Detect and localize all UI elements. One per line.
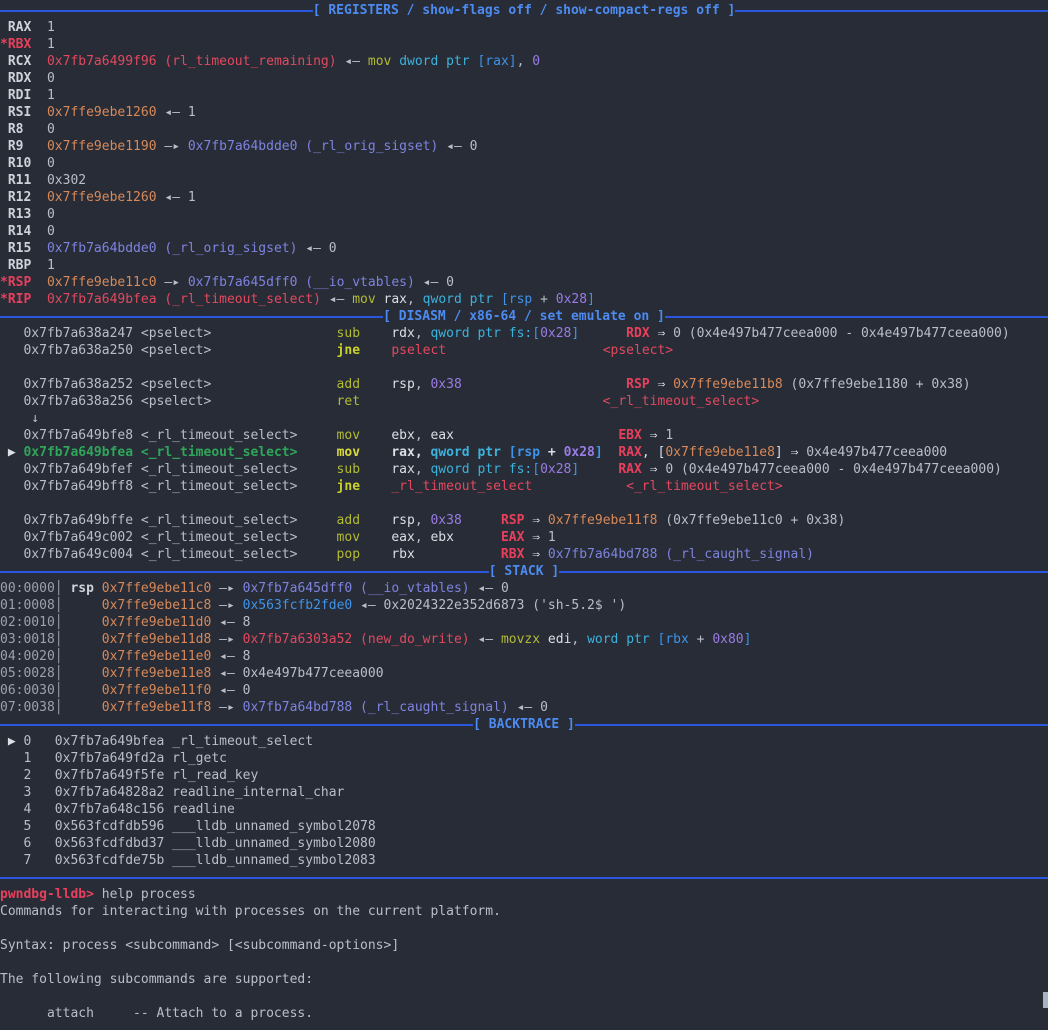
registers-line: R15 0x7fb7a64bdde0 (_rl_orig_sigset) ◂— … [0,240,1048,257]
section-console: pwndbg-lldb> help processCommands for in… [0,869,1048,1022]
stack-line: 05:0028│ 0x7ffe9ebe11e8 ◂— 0x4e497b477ce… [0,665,1048,682]
console-line[interactable]: pwndbg-lldb> help process [0,886,1048,903]
section-disasm: [ DISASM / x86-64 / set emulate on ] 0x7… [0,308,1048,563]
console-separator [0,869,1048,886]
console-line[interactable] [0,954,1048,971]
registers-line: R14 0 [0,223,1048,240]
disasm-line: ▶ 0x7fb7a649bfea <_rl_timeout_select> mo… [0,444,1048,461]
stack-header-title: [ STACK ] [489,563,559,580]
disasm-line: 0x7fb7a649bff8 <_rl_timeout_select> jne … [0,478,1048,495]
registers-line: RDI 1 [0,87,1048,104]
registers-line: R11 0x302 [0,172,1048,189]
stack-line: 02:0010│ 0x7ffe9ebe11d0 ◂— 8 [0,614,1048,631]
pwndbg-terminal: [ REGISTERS / show-flags off / show-comp… [0,0,1048,1030]
disasm-line: 0x7fb7a649bffe <_rl_timeout_select> add … [0,512,1048,529]
disasm-header-title: [ DISASM / x86-64 / set emulate on ] [383,308,665,325]
backtrace-line: ▶ 0 0x7fb7a649bfea _rl_timeout_select [0,733,1048,750]
registers-line: R9 0x7ffe9ebe1190 —▸ 0x7fb7a64bdde0 (_rl… [0,138,1048,155]
disasm-line: 0x7fb7a638a252 <pselect> add rsp, 0x38 R… [0,376,1048,393]
registers-line: R8 0 [0,121,1048,138]
registers-line: R10 0 [0,155,1048,172]
stack-line: 07:0038│ 0x7ffe9ebe11f8 —▸ 0x7fb7a64bd78… [0,699,1048,716]
stack-line: 04:0020│ 0x7ffe9ebe11e0 ◂— 8 [0,648,1048,665]
stack-line: 01:0008│ 0x7ffe9ebe11c8 —▸ 0x563fcfb2fde… [0,597,1048,614]
registers-line: RCX 0x7fb7a6499f96 (rl_timeout_remaining… [0,53,1048,70]
stack-header: [ STACK ] [0,563,1048,580]
section-stack: [ STACK ]00:0000│ rsp 0x7ffe9ebe11c0 —▸ … [0,563,1048,716]
disasm-line [0,495,1048,512]
backtrace-line: 3 0x7fb7a64828a2 readline_internal_char [0,784,1048,801]
disasm-line: 0x7fb7a649bfef <_rl_timeout_select> sub … [0,461,1048,478]
registers-line: RAX 1 [0,19,1048,36]
console-line[interactable]: The following subcommands are supported: [0,971,1048,988]
disasm-line: 0x7fb7a638a247 <pselect> sub rdx, qword … [0,325,1048,342]
stack-line: 00:0000│ rsp 0x7ffe9ebe11c0 —▸ 0x7fb7a64… [0,580,1048,597]
disasm-line: 0x7fb7a649bfe8 <_rl_timeout_select> mov … [0,427,1048,444]
backtrace-line: 4 0x7fb7a648c156 readline [0,801,1048,818]
disasm-header: [ DISASM / x86-64 / set emulate on ] [0,308,1048,325]
registers-line: *RIP 0x7fb7a649bfea (_rl_timeout_select)… [0,291,1048,308]
backtrace-line: 5 0x563fcdfdb596 ___lldb_unnamed_symbol2… [0,818,1048,835]
disasm-line: 0x7fb7a649c002 <_rl_timeout_select> mov … [0,529,1048,546]
registers-line: RSI 0x7ffe9ebe1260 ◂— 1 [0,104,1048,121]
backtrace-line: 6 0x563fcdfdbd37 ___lldb_unnamed_symbol2… [0,835,1048,852]
console-line[interactable]: Syntax: process <subcommand> [<subcomman… [0,937,1048,954]
section-backtrace: [ BACKTRACE ] ▶ 0 0x7fb7a649bfea _rl_tim… [0,716,1048,869]
console-line[interactable]: attach -- Attach to a process. [0,1005,1048,1022]
terminal-content: [ REGISTERS / show-flags off / show-comp… [0,2,1048,1022]
stack-line: 03:0018│ 0x7ffe9ebe11d8 —▸ 0x7fb7a6303a5… [0,631,1048,648]
scrollbar-thumb[interactable] [1043,992,1048,1008]
console-line[interactable] [0,920,1048,937]
registers-line: RBP 1 [0,257,1048,274]
registers-header-title: [ REGISTERS / show-flags off / show-comp… [313,2,736,19]
backtrace-header-title: [ BACKTRACE ] [473,716,575,733]
disasm-line: ↓ [0,410,1048,427]
registers-line: *RBX 1 [0,36,1048,53]
disasm-line: 0x7fb7a638a256 <pselect> ret <_rl_timeou… [0,393,1048,410]
stack-line: 06:0030│ 0x7ffe9ebe11f0 ◂— 0 [0,682,1048,699]
registers-line: R12 0x7ffe9ebe1260 ◂— 1 [0,189,1048,206]
console-line[interactable] [0,988,1048,1005]
registers-line: RDX 0 [0,70,1048,87]
registers-line: R13 0 [0,206,1048,223]
disasm-line [0,359,1048,376]
registers-header: [ REGISTERS / show-flags off / show-comp… [0,2,1048,19]
backtrace-line: 2 0x7fb7a649f5fe rl_read_key [0,767,1048,784]
registers-line: *RSP 0x7ffe9ebe11c0 —▸ 0x7fb7a645dff0 (_… [0,274,1048,291]
backtrace-header: [ BACKTRACE ] [0,716,1048,733]
console-line[interactable]: Commands for interacting with processes … [0,903,1048,920]
disasm-line: 0x7fb7a649c004 <_rl_timeout_select> pop … [0,546,1048,563]
section-registers: [ REGISTERS / show-flags off / show-comp… [0,2,1048,308]
backtrace-line: 1 0x7fb7a649fd2a rl_getc [0,750,1048,767]
backtrace-line: 7 0x563fcdfde75b ___lldb_unnamed_symbol2… [0,852,1048,869]
disasm-line: 0x7fb7a638a250 <pselect> jne pselect <ps… [0,342,1048,359]
